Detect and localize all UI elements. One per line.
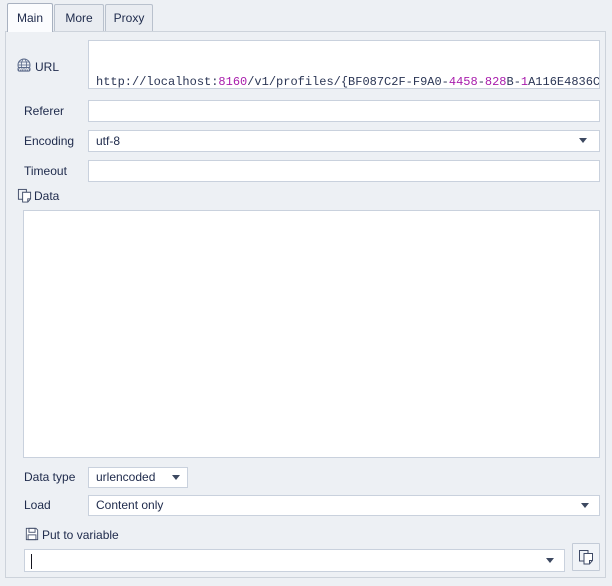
http-request-settings-panel: Main More Proxy www URL http://localhost… bbox=[0, 0, 612, 586]
tab-proxy[interactable]: Proxy bbox=[105, 4, 153, 31]
tab-content-panel bbox=[5, 31, 606, 578]
tab-more[interactable]: More bbox=[54, 4, 104, 31]
tab-main-label: Main bbox=[17, 11, 43, 25]
tab-proxy-label: Proxy bbox=[114, 11, 145, 25]
tab-more-label: More bbox=[65, 11, 92, 25]
tab-main[interactable]: Main bbox=[7, 3, 53, 32]
